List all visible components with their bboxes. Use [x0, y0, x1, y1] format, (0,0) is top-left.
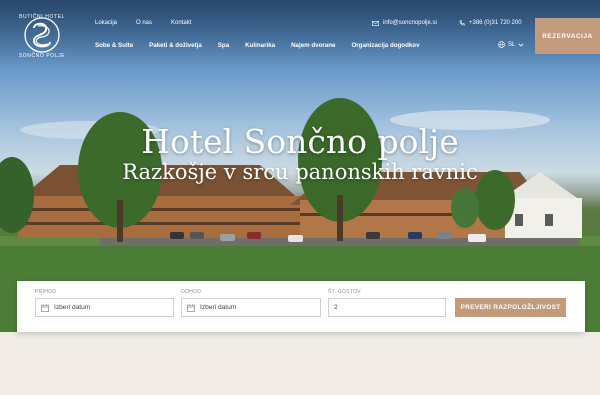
phone-icon — [459, 20, 465, 26]
nav-item-events[interactable]: Organizacija dogodkov — [351, 42, 419, 49]
departure-label: Odhod — [181, 289, 202, 295]
hotel-logo[interactable]: Butični hotel Sončno polje — [12, 6, 72, 64]
hero-subtitle: Razkošje v srcu panonskih ravnic — [122, 160, 478, 184]
logo-text-bottom: Sončno polje — [18, 53, 66, 59]
email-text: info@soncnopolje.si — [383, 20, 437, 26]
main-nav: Sobe & Suite Paketi & doživetja Spa Kuli… — [95, 42, 420, 49]
phone-link[interactable]: +386 (0)31 720 200 — [459, 20, 522, 26]
calendar-icon — [187, 303, 195, 312]
arrival-label: Prihod — [35, 289, 57, 295]
nav-item-packages[interactable]: Paketi & doživetja — [149, 42, 202, 49]
hero-title: Hotel Sončno polje — [141, 122, 459, 161]
top-link-about[interactable]: O nas — [136, 20, 152, 26]
arrival-date-placeholder: Izberi datum — [54, 304, 91, 311]
globe-icon — [498, 41, 505, 48]
top-links: Lokacija O nas Kontakt — [95, 20, 191, 26]
logo-text-top: Butični hotel — [19, 14, 65, 20]
top-link-location[interactable]: Lokacija — [95, 20, 117, 26]
language-current: SL — [508, 41, 516, 48]
envelope-icon — [372, 20, 379, 26]
language-selector[interactable]: SL — [498, 41, 524, 48]
reservation-button[interactable]: Rezervacija — [535, 18, 600, 54]
guests-label: Št. gostov — [328, 289, 361, 295]
header-overlay — [0, 0, 600, 70]
top-link-contact[interactable]: Kontakt — [171, 20, 191, 26]
departure-date-field[interactable]: Izberi datum — [181, 298, 321, 317]
nav-item-hall-rental[interactable]: Najem dvorane — [291, 42, 335, 49]
arrival-date-field[interactable]: Izberi datum — [35, 298, 174, 317]
check-availability-button[interactable]: Preveri razpoložljivost — [455, 298, 566, 317]
chevron-down-icon — [518, 43, 524, 47]
nav-item-spa[interactable]: Spa — [218, 42, 229, 49]
guests-field[interactable]: 2 — [328, 298, 446, 317]
email-link[interactable]: info@soncnopolje.si — [372, 20, 437, 26]
guests-value: 2 — [334, 304, 338, 311]
departure-date-placeholder: Izberi datum — [200, 304, 237, 311]
calendar-icon — [41, 303, 49, 312]
nav-item-cuisine[interactable]: Kulinarika — [245, 42, 275, 49]
nav-item-rooms[interactable]: Sobe & Suite — [95, 42, 133, 49]
phone-text: +386 (0)31 720 200 — [469, 20, 522, 26]
booking-bar: Prihod Izberi datum Odhod Izberi datum Š… — [17, 281, 585, 332]
